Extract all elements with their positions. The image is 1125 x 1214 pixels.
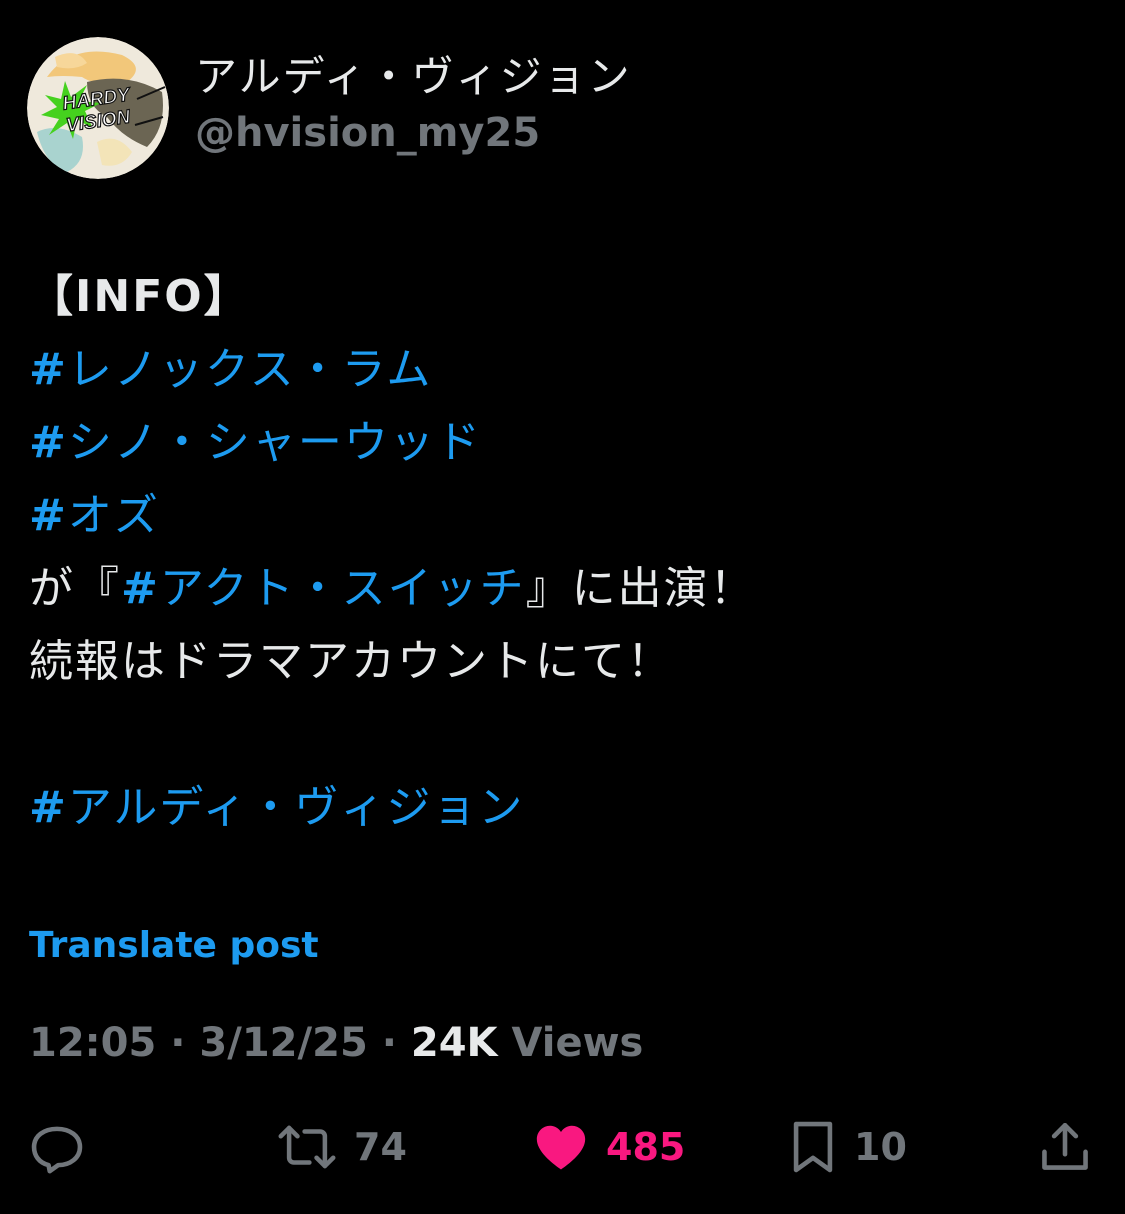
info-label: 【INFO】 — [29, 271, 250, 322]
line-prefix: が『 — [29, 563, 121, 614]
hashtag-link[interactable]: #シノ・シャーウッド — [29, 417, 482, 468]
meta-separator: · — [170, 1020, 186, 1066]
hashtag-link[interactable]: #オズ — [29, 490, 160, 541]
hashtag-link[interactable]: #レノックス・ラム — [29, 344, 432, 395]
followup-line: 続報はドラマアカウントにて！ — [29, 636, 673, 687]
display-name[interactable]: アルディ・ヴィジョン — [195, 51, 632, 103]
reply-button[interactable] — [28, 1110, 86, 1184]
hashtag-text: アクト・スイッチ — [159, 563, 526, 614]
line-suffix: 』に出演！ — [525, 563, 756, 614]
hashtag-line-2: #シノ・シャーウッド — [29, 406, 1089, 479]
user-handle[interactable]: @hvision_my25 — [195, 109, 632, 157]
hash-symbol: # — [29, 344, 68, 395]
post-time[interactable]: 12:05 — [29, 1020, 156, 1066]
share-icon — [1036, 1118, 1094, 1176]
bookmark-button[interactable]: 10 — [788, 1110, 907, 1184]
author-names: アルディ・ヴィジョン @hvision_my25 — [195, 51, 632, 157]
bookmark-count: 10 — [854, 1125, 907, 1169]
post-header: HARDY VISION アルディ・ヴィジョン @hvision_my25 — [27, 37, 1097, 179]
hashtag-link[interactable]: #アクト・スイッチ — [121, 563, 526, 614]
post-date[interactable]: 3/12/25 — [199, 1020, 367, 1066]
retweet-icon — [276, 1118, 338, 1176]
hashtag-text: オズ — [67, 490, 160, 541]
like-count: 485 — [606, 1125, 686, 1169]
hash-symbol: # — [29, 490, 68, 541]
hashtag-text: アルディ・ヴィジョン — [67, 782, 525, 833]
hash-symbol: # — [121, 563, 160, 614]
action-bar: 74 485 10 — [0, 1110, 1125, 1184]
avatar[interactable]: HARDY VISION — [27, 37, 169, 179]
hashtag-line-5: #アルディ・ヴィジョン — [29, 771, 1089, 844]
appearance-line: が『#アクト・スイッチ』に出演！ — [29, 552, 1089, 625]
retweet-count: 74 — [354, 1125, 407, 1169]
hash-symbol: # — [29, 782, 68, 833]
hardy-vision-logo: HARDY VISION — [27, 37, 169, 179]
meta-separator: · — [381, 1020, 397, 1066]
views-count[interactable]: 24K — [411, 1020, 498, 1066]
share-button[interactable] — [1036, 1110, 1094, 1184]
hashtag-line-1: #レノックス・ラム — [29, 333, 1089, 406]
like-button[interactable]: 485 — [532, 1110, 685, 1184]
translate-post-link[interactable]: Translate post — [29, 922, 319, 970]
views-label[interactable]: Views — [511, 1020, 643, 1066]
hash-symbol: # — [29, 417, 68, 468]
hashtag-link[interactable]: #アルディ・ヴィジョン — [29, 782, 524, 833]
reply-icon — [28, 1118, 86, 1176]
retweet-button[interactable]: 74 — [276, 1110, 407, 1184]
hashtag-text: シノ・シャーウッド — [67, 417, 482, 468]
hashtag-text: レノックス・ラム — [67, 344, 433, 395]
bookmark-icon — [788, 1118, 838, 1176]
post-meta: 12:05 · 3/12/25 · 24K Views — [29, 1018, 643, 1068]
post-text: 【INFO】 #レノックス・ラム #シノ・シャーウッド #オズ が『#アクト・ス… — [29, 260, 1089, 844]
heart-icon — [532, 1118, 590, 1176]
hashtag-line-3: #オズ — [29, 479, 1089, 552]
